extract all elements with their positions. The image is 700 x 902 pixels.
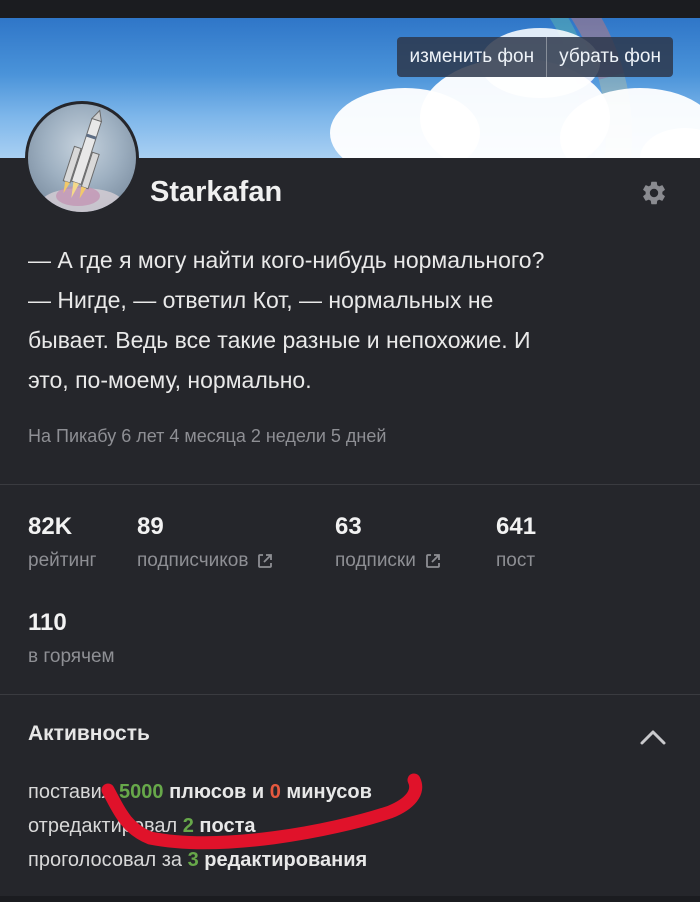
activity-text: проголосовал за	[28, 849, 188, 871]
banner-actions: изменить фон убрать фон	[397, 37, 673, 77]
chevron-up-icon[interactable]	[639, 727, 667, 747]
bio-line: это, по-моему, нормально.	[28, 367, 312, 393]
gear-icon[interactable]	[640, 179, 668, 207]
activity-text: плюсов и	[163, 781, 270, 803]
external-link-icon	[425, 554, 440, 568]
stat-hot[interactable]: 110 в горячем	[28, 608, 115, 668]
activity-text: поста	[193, 815, 256, 837]
avatar[interactable]	[25, 101, 139, 215]
activity-text: минусов	[280, 781, 372, 803]
stat-value: 89	[137, 513, 164, 540]
stat-posts[interactable]: 641 пост	[496, 512, 536, 572]
member-since: На Пикабу 6 лет 4 месяца 2 недели 5 дней	[28, 426, 387, 446]
activity-text: редактирования	[198, 849, 368, 871]
edit-vote-count: 3	[187, 849, 199, 871]
edit-count: 2	[182, 815, 194, 837]
stat-label: подписчиков	[137, 550, 249, 571]
stat-label: рейтинг	[28, 550, 97, 571]
activity-edit-votes-line: проголосовал за 3 редактирования	[28, 849, 367, 872]
bio-line: — А где я могу найти кого-нибудь нормаль…	[28, 247, 545, 273]
top-status-strip	[0, 0, 700, 18]
rocket-icon	[42, 109, 122, 212]
activity-text: отредактировал	[28, 815, 183, 837]
change-background-button[interactable]: изменить фон	[397, 37, 547, 77]
stat-label: в горячем	[28, 646, 115, 667]
stat-value: 641	[496, 513, 537, 540]
stat-subscribers[interactable]: 89 подписчиков	[137, 512, 274, 572]
stat-rating: 82K рейтинг	[28, 512, 97, 572]
username: Starkafan	[150, 176, 283, 208]
activity-votes-line: поставил 5000 плюсов и 0 минусов	[28, 781, 372, 804]
external-link-icon	[258, 554, 273, 568]
bottom-strip	[0, 896, 700, 902]
divider	[0, 484, 700, 485]
minus-count: 0	[269, 781, 281, 803]
profile-page: изменить фон убрать фон Starkafan — А гд…	[0, 0, 700, 902]
stat-value: 82K	[28, 513, 73, 540]
activity-title: Активность	[28, 722, 150, 745]
stat-label: пост	[496, 550, 536, 571]
activity-edits-line: отредактировал 2 поста	[28, 815, 256, 838]
activity-text: поставил	[28, 781, 120, 803]
profile-bio: — А где я могу найти кого-нибудь нормаль…	[28, 240, 678, 400]
bio-line: бывает. Ведь все такие разные и непохожи…	[28, 327, 531, 353]
stat-label: подписки	[335, 550, 416, 571]
plus-count: 5000	[119, 781, 164, 803]
stat-value: 110	[28, 609, 67, 636]
stat-value: 63	[335, 513, 362, 540]
divider	[0, 694, 700, 695]
stat-subscriptions[interactable]: 63 подписки	[335, 512, 442, 572]
remove-background-button[interactable]: убрать фон	[546, 37, 673, 77]
bio-line: — Нигде, — ответил Кот, — нормальных не	[28, 287, 494, 313]
